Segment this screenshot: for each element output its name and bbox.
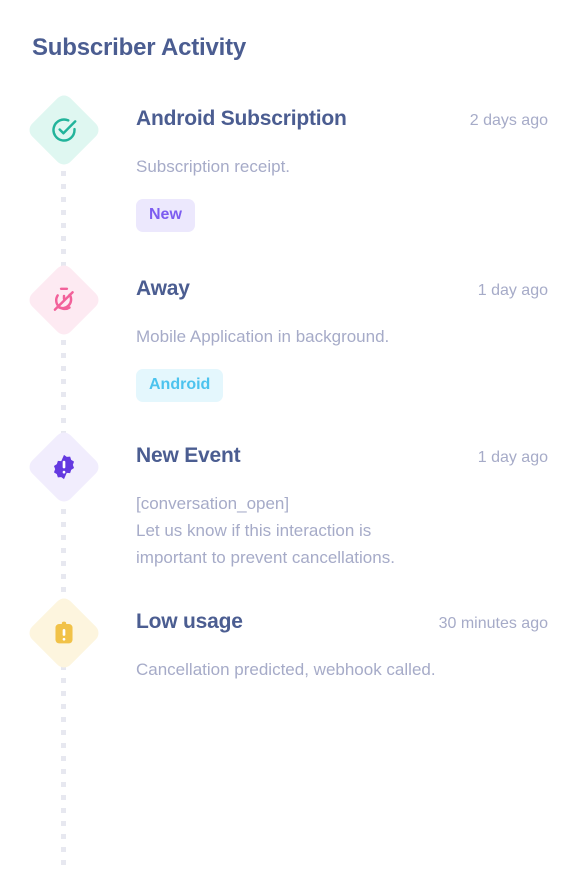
list-item[interactable]: New Event 1 day ago [conversation_open] … xyxy=(0,428,579,571)
item-description: Cancellation predicted, webhook called. xyxy=(136,660,436,679)
item-tags: Android xyxy=(136,369,548,402)
alert-badge-icon xyxy=(53,454,75,480)
timeline-marker xyxy=(25,261,103,339)
item-description: Subscription receipt. xyxy=(136,157,291,176)
item-timestamp: 2 days ago xyxy=(469,112,548,129)
list-item[interactable]: Low usage 30 minutes ago Cancellation pr… xyxy=(0,594,579,683)
status-badge[interactable]: New xyxy=(136,199,195,232)
item-content: Low usage 30 minutes ago Cancellation pr… xyxy=(102,595,579,683)
item-content: New Event 1 day ago [conversation_open] … xyxy=(102,429,579,571)
item-tags: New xyxy=(136,199,548,232)
timeline-marker xyxy=(25,91,103,169)
item-description: [conversation_open] Let us know if this … xyxy=(136,494,395,567)
clipboard-alert-icon xyxy=(55,621,73,644)
item-title: New Event xyxy=(136,444,241,467)
page-title: Subscriber Activity xyxy=(32,34,247,61)
timeline-marker xyxy=(25,428,103,506)
item-title: Low usage xyxy=(136,610,243,633)
item-headline: New Event 1 day ago xyxy=(136,442,548,470)
item-headline: Android Subscription 2 days ago xyxy=(136,105,548,133)
subscriber-activity-panel: Subscriber Activity Android Subscription… xyxy=(0,0,579,885)
item-headline: Low usage 30 minutes ago xyxy=(136,608,548,636)
item-timestamp: 1 day ago xyxy=(477,449,548,466)
timeline-marker xyxy=(25,594,103,672)
item-title: Away xyxy=(136,277,190,300)
list-item[interactable]: Away 1 day ago Mobile Application in bac… xyxy=(0,261,579,402)
item-description: Mobile Application in background. xyxy=(136,327,390,346)
item-content: Android Subscription 2 days ago Subscrip… xyxy=(102,92,579,232)
timer-off-icon xyxy=(53,287,74,311)
check-circle-icon xyxy=(52,118,77,142)
activity-timeline: Android Subscription 2 days ago Subscrip… xyxy=(0,91,579,872)
list-item[interactable]: Android Subscription 2 days ago Subscrip… xyxy=(0,91,579,232)
item-timestamp: 30 minutes ago xyxy=(438,615,548,632)
item-headline: Away 1 day ago xyxy=(136,275,548,303)
platform-badge[interactable]: Android xyxy=(136,369,224,402)
item-title: Android Subscription xyxy=(136,107,347,130)
item-timestamp: 1 day ago xyxy=(477,282,548,299)
item-content: Away 1 day ago Mobile Application in bac… xyxy=(102,262,579,402)
